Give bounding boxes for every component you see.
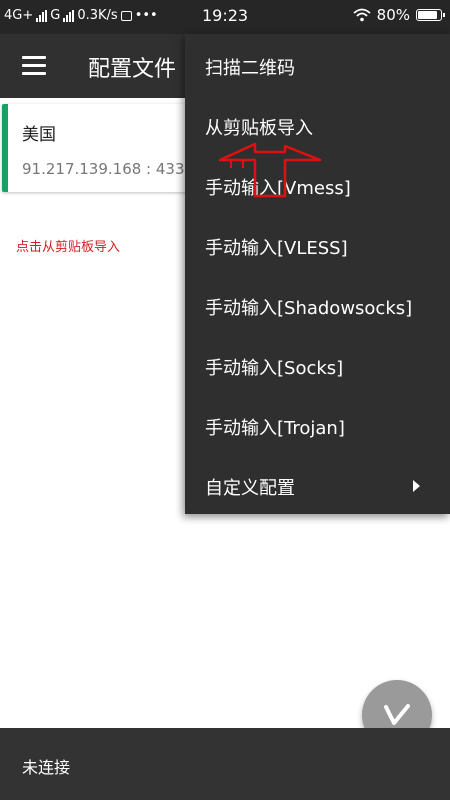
- menu-item-manual-vless[interactable]: 手动输入[VLESS]: [185, 216, 450, 276]
- network-type-2: G: [50, 8, 61, 23]
- menu-item-label: 手动输入[Trojan]: [205, 418, 345, 439]
- server-address: 91.217.139.168 : 433: [22, 160, 185, 178]
- chevron-right-icon: [413, 480, 420, 492]
- page-title: 配置文件: [88, 57, 177, 82]
- battery-icon: [416, 9, 445, 21]
- menu-item-manual-shadowsocks[interactable]: 手动输入[Shadowsocks]: [185, 276, 450, 336]
- menu-item-manual-trojan[interactable]: 手动输入[Trojan]: [185, 396, 450, 456]
- add-config-menu: 扫描二维码 从剪贴板导入 手动输入[Vmess] 手动输入[VLESS] 手动输…: [185, 34, 450, 514]
- menu-item-manual-socks[interactable]: 手动输入[Socks]: [185, 336, 450, 396]
- menu-item-scan-qr[interactable]: 扫描二维码: [185, 36, 450, 96]
- menu-item-custom-config[interactable]: 自定义配置: [185, 456, 450, 516]
- hint-text: 点击从剪贴板导入: [16, 240, 121, 255]
- menu-item-label: 手动输入[VLESS]: [205, 238, 348, 259]
- annotation-arrow-icon: [218, 142, 322, 198]
- menu-item-label: 手动输入[Shadowsocks]: [205, 298, 413, 319]
- menu-item-label: 从剪贴板导入: [205, 118, 313, 139]
- status-right: 80%: [353, 6, 445, 24]
- hamburger-icon[interactable]: [22, 56, 46, 76]
- server-card[interactable]: 美国 91.217.139.168 : 433: [2, 104, 208, 192]
- connection-status-bar[interactable]: 未连接: [0, 728, 450, 800]
- signal-icon-2: [63, 9, 75, 22]
- v-logo-icon: [384, 704, 410, 725]
- network-type: 4G+: [4, 8, 34, 23]
- clock: 19:23: [202, 6, 249, 25]
- status-bar: 4G+ G 0.3K/s ••• 19:23 80%: [0, 0, 450, 34]
- signal-icon: [36, 9, 48, 22]
- menu-item-label: 扫描二维码: [205, 58, 295, 79]
- menu-item-label: 手动输入[Socks]: [205, 358, 344, 379]
- notification-icon: [120, 10, 132, 21]
- server-name: 美国: [22, 125, 56, 145]
- network-speed: 0.3K/s: [77, 8, 118, 23]
- wifi-icon: [353, 8, 371, 22]
- more-notifications: •••: [134, 8, 158, 23]
- menu-item-label: 自定义配置: [205, 478, 295, 499]
- status-left: 4G+ G 0.3K/s •••: [4, 8, 158, 23]
- connection-status: 未连接: [22, 758, 71, 777]
- battery-level: 80%: [376, 6, 410, 24]
